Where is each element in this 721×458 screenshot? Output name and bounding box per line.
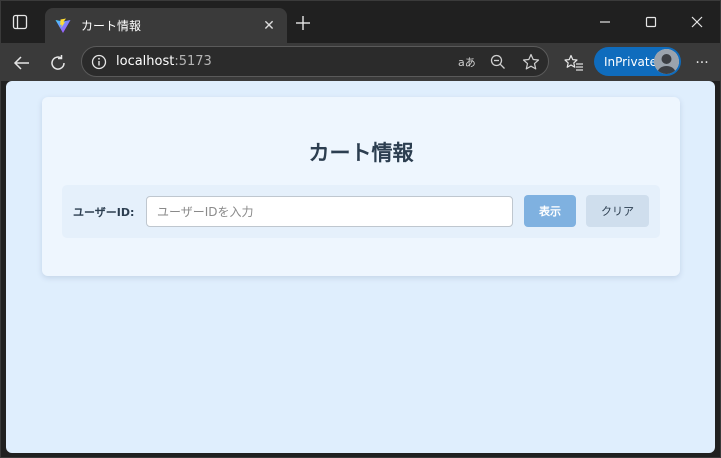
page-viewport: カート情報 ユーザーID: 表示 クリア bbox=[6, 81, 715, 453]
cart-card: カート情報 ユーザーID: 表示 クリア bbox=[42, 97, 680, 276]
user-id-label: ユーザーID: bbox=[73, 206, 135, 219]
more-options-icon[interactable]: ··· bbox=[691, 52, 713, 74]
user-id-form: ユーザーID: 表示 クリア bbox=[62, 185, 660, 238]
back-icon[interactable] bbox=[10, 51, 34, 75]
address-toolbar: localhost:5173 aあ InPrivate ··· bbox=[1, 43, 720, 81]
url-host: localhost bbox=[116, 54, 175, 69]
user-id-input[interactable] bbox=[146, 196, 513, 227]
refresh-icon[interactable] bbox=[46, 51, 70, 75]
browser-window: カート情報 ✕ localhost:5173 aあ InPrivate ··· … bbox=[0, 0, 721, 458]
clear-button[interactable]: クリア bbox=[586, 195, 649, 227]
show-button[interactable]: 表示 bbox=[524, 195, 576, 227]
info-icon[interactable] bbox=[91, 54, 107, 70]
svg-text:aあ: aあ bbox=[458, 56, 476, 69]
url-text: localhost:5173 bbox=[116, 54, 212, 69]
address-bar[interactable]: localhost:5173 aあ bbox=[81, 46, 549, 77]
tab-title: カート情報 bbox=[81, 19, 142, 33]
vite-favicon-icon bbox=[55, 18, 71, 34]
plus-icon bbox=[296, 16, 310, 30]
zoom-out-icon[interactable] bbox=[489, 53, 507, 71]
url-port: :5173 bbox=[174, 54, 212, 69]
page-title: カート情報 bbox=[308, 141, 414, 165]
tab-actions-icon[interactable] bbox=[9, 11, 31, 33]
new-tab-button[interactable] bbox=[293, 13, 313, 33]
browser-tab[interactable]: カート情報 ✕ bbox=[45, 8, 287, 43]
inprivate-button[interactable]: InPrivate bbox=[594, 47, 681, 76]
tab-bar: カート情報 ✕ bbox=[1, 1, 720, 43]
favorite-star-icon[interactable] bbox=[522, 53, 540, 71]
read-aloud-icon[interactable]: aあ bbox=[458, 53, 476, 71]
favorites-icon[interactable] bbox=[563, 52, 585, 74]
inprivate-label: InPrivate bbox=[604, 54, 657, 69]
close-icon[interactable] bbox=[674, 9, 720, 35]
avatar bbox=[654, 49, 679, 74]
minimize-icon[interactable] bbox=[582, 9, 628, 35]
tab-close-icon[interactable]: ✕ bbox=[261, 18, 277, 34]
maximize-icon[interactable] bbox=[628, 9, 674, 35]
